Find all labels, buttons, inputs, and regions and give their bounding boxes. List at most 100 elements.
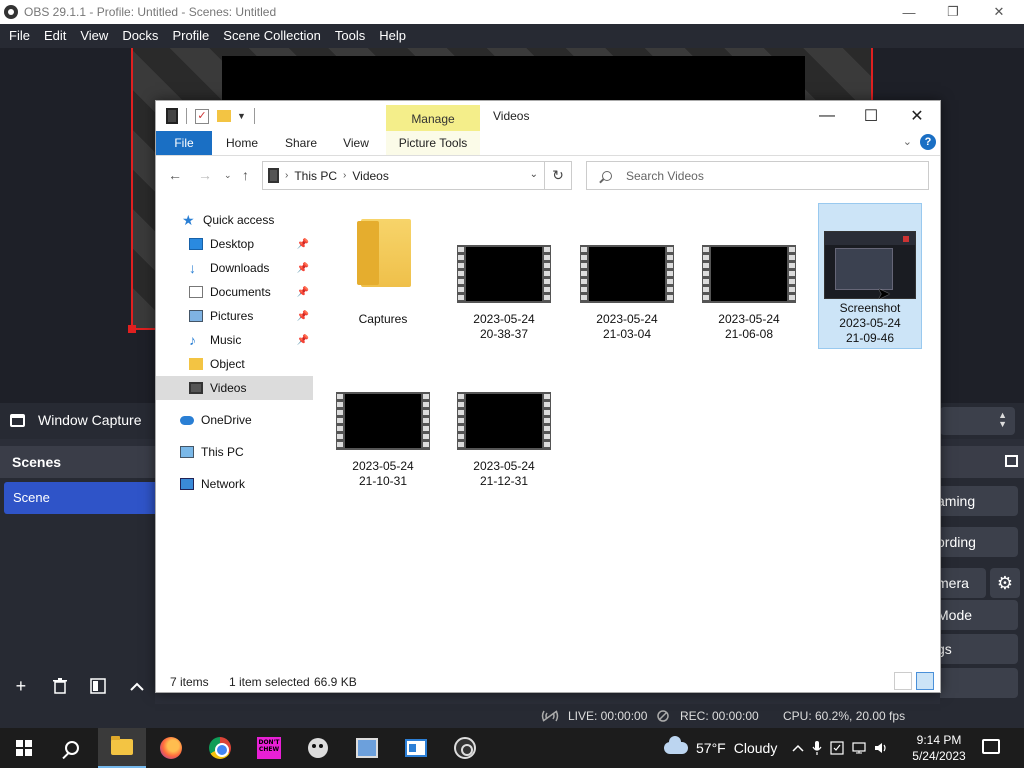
clock[interactable]: 9:14 PM 5/24/2023 xyxy=(908,732,970,764)
search-videos-input[interactable]: Search Videos xyxy=(586,161,929,190)
virtual-camera-button[interactable]: mera xyxy=(940,568,986,598)
taskbar-chrome[interactable] xyxy=(196,728,244,768)
nav-documents[interactable]: Documents 📌 xyxy=(156,280,313,304)
start-recording-button[interactable]: ording xyxy=(940,527,1018,557)
menu-tools[interactable]: Tools xyxy=(328,24,372,48)
add-scene-button[interactable]: + xyxy=(9,674,33,698)
nav-quick-access[interactable]: ★ Quick access xyxy=(156,208,313,232)
refresh-button[interactable]: ↻ xyxy=(545,161,572,190)
nav-object[interactable]: Object xyxy=(156,352,313,376)
address-bar[interactable]: › This PC › Videos ⌄ xyxy=(262,161,545,190)
taskbar-firefox[interactable] xyxy=(147,728,195,768)
folder-thumbnail-icon xyxy=(357,219,411,287)
tab-picture-tools[interactable]: Picture Tools xyxy=(386,131,480,155)
expand-ribbon-icon[interactable]: ⌄ xyxy=(903,135,912,148)
customize-qat-icon[interactable]: ▼ xyxy=(237,111,246,121)
breadcrumb-separator-icon[interactable]: › xyxy=(285,170,288,181)
remove-scene-button[interactable] xyxy=(48,674,72,698)
recent-locations-button[interactable]: ⌄ xyxy=(224,170,232,181)
nav-label: Videos xyxy=(210,381,247,395)
scene-item[interactable]: Scene xyxy=(4,482,155,514)
nav-network[interactable]: Network xyxy=(156,472,313,496)
nav-pictures[interactable]: Pictures 📌 xyxy=(156,304,313,328)
exit-button[interactable] xyxy=(940,668,1018,698)
notification-icon[interactable] xyxy=(982,739,1000,754)
breadcrumb-videos[interactable]: Videos xyxy=(352,169,388,183)
nav-videos[interactable]: Videos xyxy=(156,376,313,400)
star-icon: ★ xyxy=(182,212,195,228)
move-up-button[interactable] xyxy=(125,674,149,698)
file-item-video[interactable]: 2023-05-24 21-06-08 xyxy=(697,207,801,353)
tab-view[interactable]: View xyxy=(333,131,379,155)
properties-icon[interactable]: ✓ xyxy=(195,108,209,124)
settings-button[interactable]: gs xyxy=(940,634,1018,664)
tab-file[interactable]: File xyxy=(156,131,212,155)
up-button[interactable]: ↑ xyxy=(242,167,249,183)
details-view-icon[interactable] xyxy=(894,672,912,690)
back-button[interactable]: ← xyxy=(168,167,182,183)
pin-icon[interactable]: 📌 xyxy=(297,335,309,346)
nav-this-pc[interactable]: This PC xyxy=(156,440,313,464)
taskbar-file-explorer[interactable] xyxy=(98,728,146,768)
window-select-combo[interactable]: ▲ ▼ xyxy=(940,407,1015,435)
menu-edit[interactable]: Edit xyxy=(37,24,73,48)
pin-icon[interactable]: 📌 xyxy=(297,263,309,274)
nav-downloads[interactable]: ↓ Downloads 📌 xyxy=(156,256,313,280)
file-item-video[interactable]: 2023-05-24 21-12-31 xyxy=(452,354,556,500)
volume-icon[interactable] xyxy=(874,742,888,754)
file-item-video[interactable]: 2023-05-24 21-03-04 xyxy=(575,207,679,353)
file-item-screenshot[interactable]: Screenshot 2023-05-24 21-09-46 xyxy=(818,203,922,349)
virtual-camera-settings-button[interactable]: ⚙ xyxy=(990,568,1020,598)
close-button[interactable]: ✕ xyxy=(976,0,1022,24)
explorer-maximize-button[interactable]: ☐ xyxy=(848,101,894,131)
menu-docks[interactable]: Docks xyxy=(115,24,165,48)
menu-profile[interactable]: Profile xyxy=(165,24,216,48)
address-dropdown-icon[interactable]: ⌄ xyxy=(530,169,538,180)
weather-widget[interactable]: 57°F Cloudy xyxy=(664,728,777,768)
menu-view[interactable]: View xyxy=(73,24,115,48)
nav-onedrive[interactable]: OneDrive xyxy=(156,408,313,432)
new-folder-icon[interactable] xyxy=(217,110,231,122)
menu-file[interactable]: File xyxy=(2,24,37,48)
taskbar-skull-app[interactable] xyxy=(294,728,342,768)
nav-desktop[interactable]: Desktop 📌 xyxy=(156,232,313,256)
tab-share[interactable]: Share xyxy=(276,131,326,155)
forward-button[interactable]: → xyxy=(198,167,212,183)
taskbar-pink-app[interactable]: DON'T CHEW xyxy=(245,728,293,768)
breadcrumb-this-pc[interactable]: This PC xyxy=(294,169,337,183)
menu-help[interactable]: Help xyxy=(372,24,413,48)
pin-icon[interactable]: 📌 xyxy=(297,287,309,298)
pin-icon[interactable]: 📌 xyxy=(297,311,309,322)
explorer-close-button[interactable]: ✕ xyxy=(894,101,940,131)
file-item-video[interactable]: 2023-05-24 20-38-37 xyxy=(452,207,556,353)
qat-divider xyxy=(186,108,187,124)
start-button[interactable] xyxy=(0,728,48,768)
studio-mode-button[interactable]: Mode xyxy=(940,600,1018,630)
pin-icon[interactable]: 📌 xyxy=(297,239,309,250)
help-icon[interactable]: ? xyxy=(920,134,936,150)
start-streaming-button[interactable]: aming xyxy=(940,486,1018,516)
taskbar-tools-app[interactable] xyxy=(343,728,391,768)
dock-float-icon[interactable] xyxy=(1005,455,1018,467)
file-item-captures-folder[interactable]: Captures xyxy=(331,207,435,353)
file-label: 2023-05-24 21-06-08 xyxy=(718,312,780,341)
security-icon[interactable] xyxy=(830,741,844,755)
nav-music[interactable]: ♪ Music 📌 xyxy=(156,328,313,352)
chevron-up-icon[interactable] xyxy=(792,744,804,752)
minimize-button[interactable]: — xyxy=(886,0,932,24)
explorer-minimize-button[interactable]: — xyxy=(804,101,850,131)
menu-scene-collection[interactable]: Scene Collection xyxy=(216,24,328,48)
maximize-button[interactable]: ❐ xyxy=(930,0,976,24)
microphone-icon[interactable] xyxy=(812,740,822,756)
file-item-video[interactable]: 2023-05-24 21-10-31 xyxy=(331,354,435,500)
breadcrumb-separator-icon[interactable]: › xyxy=(343,170,346,181)
taskbar-search-button[interactable] xyxy=(48,728,96,768)
resize-handle[interactable] xyxy=(128,325,136,333)
taskbar-blue-app[interactable] xyxy=(392,728,440,768)
manage-contextual-tab[interactable]: Manage xyxy=(386,105,480,131)
tab-home[interactable]: Home xyxy=(217,131,267,155)
filters-button[interactable] xyxy=(87,674,111,698)
large-icons-view-icon[interactable] xyxy=(916,672,934,690)
network-icon[interactable] xyxy=(852,742,866,754)
taskbar-obs[interactable] xyxy=(441,728,489,768)
